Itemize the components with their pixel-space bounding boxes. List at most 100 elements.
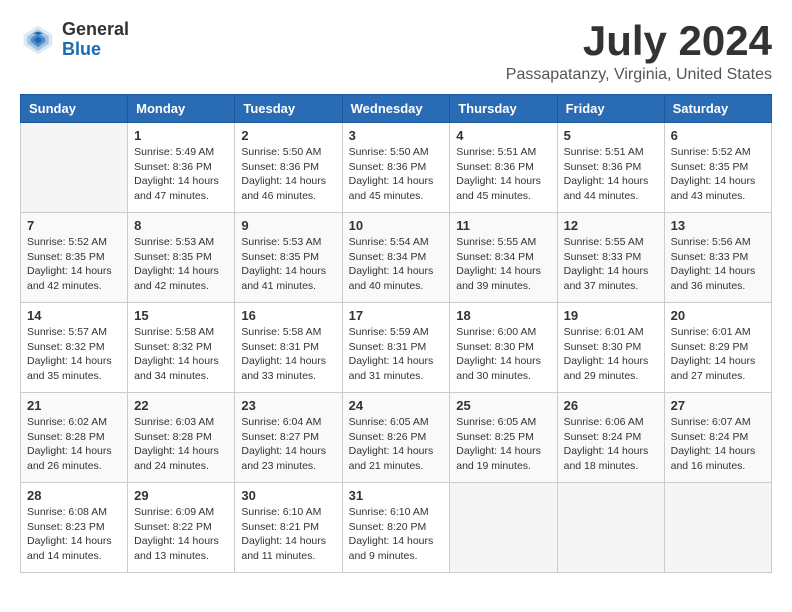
calendar-cell (21, 123, 128, 213)
calendar-cell (557, 483, 664, 573)
calendar-cell: 29Sunrise: 6:09 AM Sunset: 8:22 PM Dayli… (128, 483, 235, 573)
day-number: 30 (241, 488, 335, 503)
logo-text: General Blue (62, 20, 129, 60)
logo-icon (20, 22, 56, 58)
day-info: Sunrise: 5:57 AM Sunset: 8:32 PM Dayligh… (27, 325, 121, 384)
day-number: 14 (27, 308, 121, 323)
calendar-cell: 17 Sunrise: 5:59 AM Sunset: 8:31 PM Dayli… (342, 303, 450, 393)
day-number: 16 (241, 308, 335, 323)
logo-blue-text: Blue (62, 40, 129, 60)
calendar-cell: 28Sunrise: 6:08 AM Sunset: 8:23 PM Dayli… (21, 483, 128, 573)
day-number: 22 (134, 398, 228, 413)
day-number: 8 (134, 218, 228, 233)
calendar-cell: 8 Sunrise: 5:53 AM Sunset: 8:35 PM Daylig… (128, 213, 235, 303)
day-number: 1 (134, 128, 228, 143)
day-info: Sunrise: 6:06 AM Sunset: 8:24 PM Dayligh… (564, 415, 658, 474)
day-info: Sunrise: 6:01 AM Sunset: 8:30 PM Dayligh… (564, 325, 658, 384)
day-number: 2 (241, 128, 335, 143)
day-info: Sunrise: 5:52 AM Sunset: 8:35 PM Dayligh… (671, 145, 765, 204)
calendar-header-sunday: Sunday (21, 95, 128, 123)
title-section: July 2024 Passapatanzy, Virginia, United… (506, 20, 772, 84)
day-number: 25 (456, 398, 550, 413)
day-number: 15 (134, 308, 228, 323)
day-info: Sunrise: 6:09 AM Sunset: 8:22 PM Dayligh… (134, 505, 228, 564)
location-title: Passapatanzy, Virginia, United States (506, 66, 772, 84)
day-number: 19 (564, 308, 658, 323)
day-info: Sunrise: 5:56 AM Sunset: 8:33 PM Dayligh… (671, 235, 765, 294)
day-info: Sunrise: 5:49 AM Sunset: 8:36 PM Dayligh… (134, 145, 228, 204)
calendar-cell: 24Sunrise: 6:05 AM Sunset: 8:26 PM Dayli… (342, 393, 450, 483)
calendar-table: SundayMondayTuesdayWednesdayThursdayFrid… (20, 94, 772, 573)
day-info: Sunrise: 5:58 AM Sunset: 8:32 PM Dayligh… (134, 325, 228, 384)
day-number: 10 (349, 218, 444, 233)
day-number: 21 (27, 398, 121, 413)
calendar-cell: 5 Sunrise: 5:51 AM Sunset: 8:36 PM Daylig… (557, 123, 664, 213)
day-info: Sunrise: 5:51 AM Sunset: 8:36 PM Dayligh… (564, 145, 658, 204)
day-info: Sunrise: 5:58 AM Sunset: 8:31 PM Dayligh… (241, 325, 335, 384)
day-info: Sunrise: 6:02 AM Sunset: 8:28 PM Dayligh… (27, 415, 121, 474)
calendar-cell: 14 Sunrise: 5:57 AM Sunset: 8:32 PM Dayli… (21, 303, 128, 393)
day-number: 20 (671, 308, 765, 323)
day-info: Sunrise: 5:59 AM Sunset: 8:31 PM Dayligh… (349, 325, 444, 384)
calendar-cell: 12Sunrise: 5:55 AM Sunset: 8:33 PM Dayli… (557, 213, 664, 303)
calendar-header-thursday: Thursday (450, 95, 557, 123)
day-number: 3 (349, 128, 444, 143)
calendar-week-row: 1 Sunrise: 5:49 AM Sunset: 8:36 PM Daylig… (21, 123, 772, 213)
day-info: Sunrise: 5:50 AM Sunset: 8:36 PM Dayligh… (349, 145, 444, 204)
calendar-cell (664, 483, 771, 573)
day-number: 28 (27, 488, 121, 503)
calendar-cell: 21 Sunrise: 6:02 AM Sunset: 8:28 PM Dayli… (21, 393, 128, 483)
day-number: 7 (27, 218, 121, 233)
calendar-cell: 4 Sunrise: 5:51 AM Sunset: 8:36 PM Daylig… (450, 123, 557, 213)
day-number: 24 (349, 398, 444, 413)
day-info: Sunrise: 6:03 AM Sunset: 8:28 PM Dayligh… (134, 415, 228, 474)
calendar-cell: 3 Sunrise: 5:50 AM Sunset: 8:36 PM Daylig… (342, 123, 450, 213)
day-number: 27 (671, 398, 765, 413)
calendar-header-monday: Monday (128, 95, 235, 123)
day-number: 17 (349, 308, 444, 323)
calendar-cell: 23 Sunrise: 6:04 AM Sunset: 8:27 PM Dayli… (235, 393, 342, 483)
day-info: Sunrise: 5:55 AM Sunset: 8:34 PM Dayligh… (456, 235, 550, 294)
calendar-header-saturday: Saturday (664, 95, 771, 123)
calendar-cell: 30 Sunrise: 6:10 AM Sunset: 8:21 PM Dayli… (235, 483, 342, 573)
day-info: Sunrise: 5:53 AM Sunset: 8:35 PM Dayligh… (241, 235, 335, 294)
calendar-cell: 7 Sunrise: 5:52 AM Sunset: 8:35 PM Daylig… (21, 213, 128, 303)
calendar-cell: 13 Sunrise: 5:56 AM Sunset: 8:33 PM Dayli… (664, 213, 771, 303)
day-number: 23 (241, 398, 335, 413)
day-number: 12 (564, 218, 658, 233)
day-number: 18 (456, 308, 550, 323)
day-number: 26 (564, 398, 658, 413)
day-info: Sunrise: 6:05 AM Sunset: 8:25 PM Dayligh… (456, 415, 550, 474)
day-info: Sunrise: 5:51 AM Sunset: 8:36 PM Dayligh… (456, 145, 550, 204)
month-title: July 2024 (506, 20, 772, 62)
calendar-week-row: 7 Sunrise: 5:52 AM Sunset: 8:35 PM Daylig… (21, 213, 772, 303)
header: General Blue July 2024 Passapatanzy, Vir… (20, 20, 772, 84)
calendar-header-wednesday: Wednesday (342, 95, 450, 123)
calendar-week-row: 14 Sunrise: 5:57 AM Sunset: 8:32 PM Dayli… (21, 303, 772, 393)
day-number: 13 (671, 218, 765, 233)
day-number: 5 (564, 128, 658, 143)
day-info: Sunrise: 6:07 AM Sunset: 8:24 PM Dayligh… (671, 415, 765, 474)
logo: General Blue (20, 20, 129, 60)
day-number: 31 (349, 488, 444, 503)
calendar-week-row: 21 Sunrise: 6:02 AM Sunset: 8:28 PM Dayli… (21, 393, 772, 483)
calendar-cell: 11 Sunrise: 5:55 AM Sunset: 8:34 PM Dayli… (450, 213, 557, 303)
calendar-cell: 1 Sunrise: 5:49 AM Sunset: 8:36 PM Daylig… (128, 123, 235, 213)
day-number: 4 (456, 128, 550, 143)
day-info: Sunrise: 6:10 AM Sunset: 8:20 PM Dayligh… (349, 505, 444, 564)
day-info: Sunrise: 6:10 AM Sunset: 8:21 PM Dayligh… (241, 505, 335, 564)
day-info: Sunrise: 6:00 AM Sunset: 8:30 PM Dayligh… (456, 325, 550, 384)
calendar-cell: 10Sunrise: 5:54 AM Sunset: 8:34 PM Dayli… (342, 213, 450, 303)
day-info: Sunrise: 5:52 AM Sunset: 8:35 PM Dayligh… (27, 235, 121, 294)
calendar-cell: 19 Sunrise: 6:01 AM Sunset: 8:30 PM Dayli… (557, 303, 664, 393)
calendar-header-friday: Friday (557, 95, 664, 123)
calendar-cell: 9Sunrise: 5:53 AM Sunset: 8:35 PM Daylig… (235, 213, 342, 303)
day-number: 11 (456, 218, 550, 233)
day-info: Sunrise: 6:04 AM Sunset: 8:27 PM Dayligh… (241, 415, 335, 474)
calendar-cell: 20Sunrise: 6:01 AM Sunset: 8:29 PM Dayli… (664, 303, 771, 393)
calendar-cell: 18 Sunrise: 6:00 AM Sunset: 8:30 PM Dayli… (450, 303, 557, 393)
day-info: Sunrise: 5:53 AM Sunset: 8:35 PM Dayligh… (134, 235, 228, 294)
calendar-header-row: SundayMondayTuesdayWednesdayThursdayFrid… (21, 95, 772, 123)
calendar-cell: 22 Sunrise: 6:03 AM Sunset: 8:28 PM Dayli… (128, 393, 235, 483)
calendar-cell: 31 Sunrise: 6:10 AM Sunset: 8:20 PM Dayli… (342, 483, 450, 573)
